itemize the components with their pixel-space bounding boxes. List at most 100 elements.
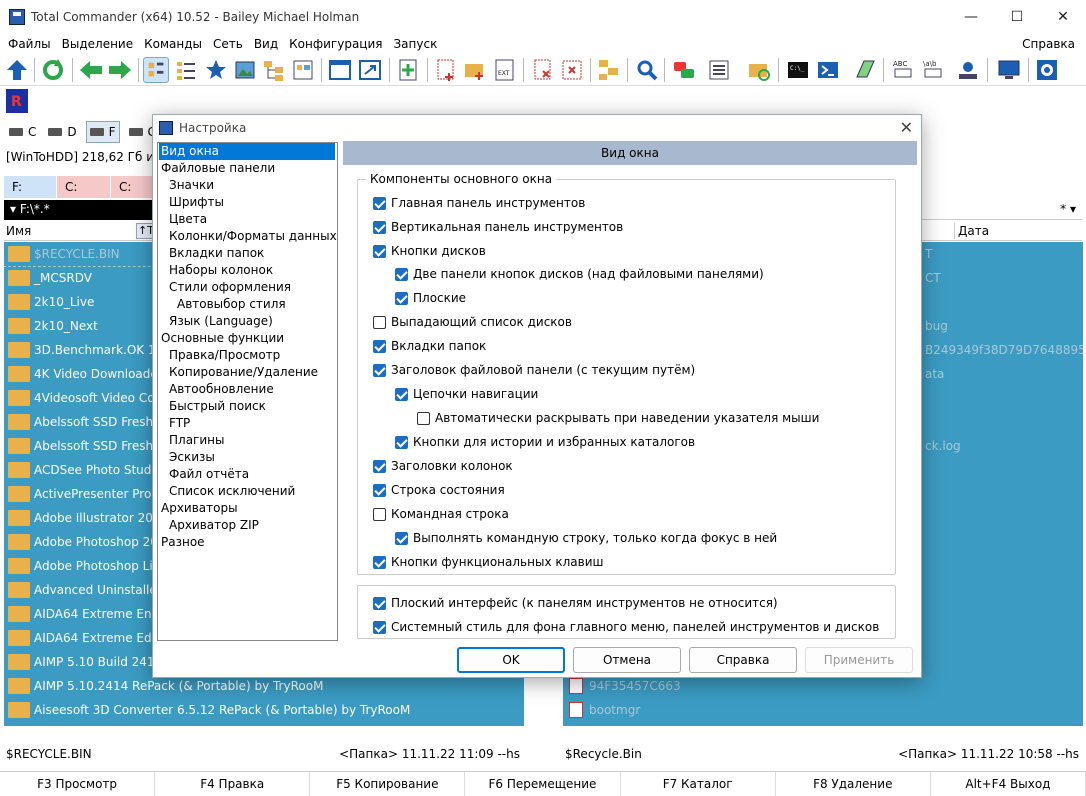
new-folder-icon[interactable] — [462, 57, 488, 83]
checkbox-checked-icon[interactable] — [373, 196, 386, 210]
option-checkbox[interactable]: Заголовки колонок — [373, 456, 513, 476]
checkbox-unchecked-icon[interactable] — [417, 411, 430, 425]
refresh-icon[interactable] — [40, 57, 66, 83]
filter-dropdown[interactable]: * ▾ — [1060, 202, 1076, 216]
checkbox-checked-icon[interactable] — [395, 531, 408, 545]
option-checkbox[interactable]: Системный стиль для фона главного меню, … — [373, 617, 879, 637]
tree-item[interactable]: Файловые панели — [159, 160, 275, 177]
option-checkbox[interactable]: Плоский интерфейс (к панелям инструменто… — [373, 593, 778, 613]
delete-file-icon[interactable] — [530, 57, 556, 83]
drive-f-button[interactable]: F — [85, 121, 120, 143]
favorites-star-icon[interactable] — [203, 57, 229, 83]
tree-item[interactable]: Архиватор ZIP — [167, 517, 259, 534]
menu-commands[interactable]: Команды — [144, 37, 202, 51]
alt-f4-exit-button[interactable]: Alt+F4 Выход — [931, 772, 1086, 796]
checkbox-unchecked-icon[interactable] — [373, 315, 386, 329]
cancel-button[interactable]: Отмена — [573, 647, 681, 673]
powershell-icon[interactable] — [815, 57, 841, 83]
drive-c-button[interactable]: C — [6, 121, 39, 143]
tree-item[interactable]: Язык (Language) — [167, 313, 273, 330]
tree-item[interactable]: Стили оформления — [167, 279, 291, 296]
checkbox-checked-icon[interactable] — [395, 435, 408, 449]
tree-item[interactable]: Шрифты — [167, 194, 224, 211]
settings-gear-icon[interactable] — [1034, 57, 1060, 83]
tree-item[interactable]: Плагины — [167, 432, 224, 449]
search-icon[interactable] — [634, 57, 660, 83]
tree-item[interactable]: Быстрый поиск — [167, 398, 266, 415]
arrow-right-icon[interactable] — [107, 57, 133, 83]
compare-icon[interactable] — [671, 57, 697, 83]
menu-launch[interactable]: Запуск — [393, 37, 437, 51]
abc-icon[interactable]: ABC — [890, 57, 916, 83]
f3-view-button[interactable]: F3 Просмотр — [0, 772, 156, 796]
folder-tree-icon[interactable] — [261, 57, 287, 83]
panel-swap-icon[interactable] — [357, 57, 383, 83]
tree-item[interactable]: Файл отчёта — [167, 466, 249, 483]
tree-item[interactable]: FTP — [167, 415, 190, 432]
tab-f[interactable]: F: — [4, 176, 56, 198]
tree-item[interactable]: Копирование/Удаление — [167, 364, 318, 381]
tree-item[interactable]: Автообновление — [167, 381, 274, 398]
select-group-icon[interactable] — [395, 57, 421, 83]
option-checkbox[interactable]: Главная панель инструментов — [373, 193, 585, 213]
dialog-close-button[interactable]: ✕ — [900, 118, 913, 137]
menu-configuration[interactable]: Конфигурация — [289, 37, 382, 51]
checkbox-checked-icon[interactable] — [373, 339, 386, 353]
option-checkbox[interactable]: Кнопки функциональных клавиш — [373, 552, 603, 572]
tree-item[interactable]: Разное — [159, 534, 205, 551]
menu-view[interactable]: Вид — [254, 37, 278, 51]
checkbox-checked-icon[interactable] — [373, 363, 386, 377]
option-checkbox[interactable]: Выполнять командную строку, только когда… — [395, 528, 777, 548]
checkbox-checked-icon[interactable] — [373, 555, 386, 569]
arrow-left-icon[interactable] — [78, 57, 104, 83]
regex-icon[interactable]: \a\b — [920, 57, 946, 83]
tree-item[interactable]: Колонки/Форматы данных — [167, 228, 337, 245]
tree-item[interactable]: Вкладки папок — [167, 245, 264, 262]
tree-item[interactable]: Автовыбор стиля — [175, 296, 286, 313]
option-checkbox[interactable]: Кнопки для истории и избранных каталогов — [395, 432, 695, 452]
option-checkbox[interactable]: Две панели кнопок дисков (над файловыми … — [395, 264, 764, 284]
menu-selection[interactable]: Выделение — [62, 37, 133, 51]
file-row[interactable]: bootmgr — [563, 698, 1083, 722]
f6-move-button[interactable]: F6 Перемещение — [465, 772, 621, 796]
option-checkbox[interactable]: Вкладки папок — [373, 336, 486, 356]
checkbox-checked-icon[interactable] — [373, 244, 386, 258]
f8-delete-button[interactable]: F8 Удаление — [776, 772, 931, 796]
tree-item[interactable]: Наборы колонок — [167, 262, 273, 279]
maximize-button[interactable]: ☐ — [994, 0, 1040, 34]
menu-network[interactable]: Сеть — [213, 37, 243, 51]
f7-mkdir-button[interactable]: F7 Каталог — [621, 772, 776, 796]
left-path-bar[interactable]: ▾ F:\*.* — [4, 200, 156, 220]
option-checkbox[interactable]: Заголовок файловой панели (с текущим пут… — [373, 360, 695, 380]
checkbox-checked-icon[interactable] — [395, 267, 408, 281]
tree-item[interactable]: Цвета — [167, 211, 207, 228]
sync-folder-icon[interactable] — [746, 57, 772, 83]
single-panel-icon[interactable] — [327, 57, 353, 83]
detailed-view-icon[interactable] — [173, 57, 199, 83]
checkbox-unchecked-icon[interactable] — [373, 507, 386, 521]
option-checkbox[interactable]: Кнопки дисков — [373, 241, 486, 261]
option-checkbox[interactable]: Автоматически раскрывать при наведении у… — [417, 408, 819, 428]
tree-item[interactable]: Правка/Просмотр — [167, 347, 280, 364]
checkbox-checked-icon[interactable] — [395, 387, 408, 401]
tree-item[interactable]: Архиваторы — [159, 500, 238, 517]
checkbox-checked-icon[interactable] — [395, 291, 408, 305]
checkbox-checked-icon[interactable] — [373, 620, 386, 634]
option-checkbox[interactable]: Плоские — [395, 288, 466, 308]
column-date[interactable]: Дата — [958, 224, 989, 238]
checkbox-checked-icon[interactable] — [373, 220, 386, 234]
ok-button[interactable]: OK — [457, 647, 565, 673]
tree-item[interactable]: Список исключений — [167, 483, 295, 500]
help-button[interactable]: Справка — [689, 647, 797, 673]
option-checkbox[interactable]: Строка состояния — [373, 480, 505, 500]
tree-item[interactable]: Вид окна — [159, 143, 335, 160]
thumbnails-icon[interactable] — [232, 57, 258, 83]
extension-icon[interactable]: EXT — [492, 57, 518, 83]
checkbox-checked-icon[interactable] — [373, 483, 386, 497]
menu-files[interactable]: Файлы — [8, 37, 51, 51]
notepad-icon[interactable] — [852, 57, 878, 83]
option-checkbox[interactable]: Цепочки навигации — [395, 384, 538, 404]
console-icon[interactable]: C:\_ — [785, 57, 811, 83]
option-checkbox[interactable]: Выпадающий список дисков — [373, 312, 572, 332]
brief-view-icon[interactable] — [143, 57, 169, 83]
